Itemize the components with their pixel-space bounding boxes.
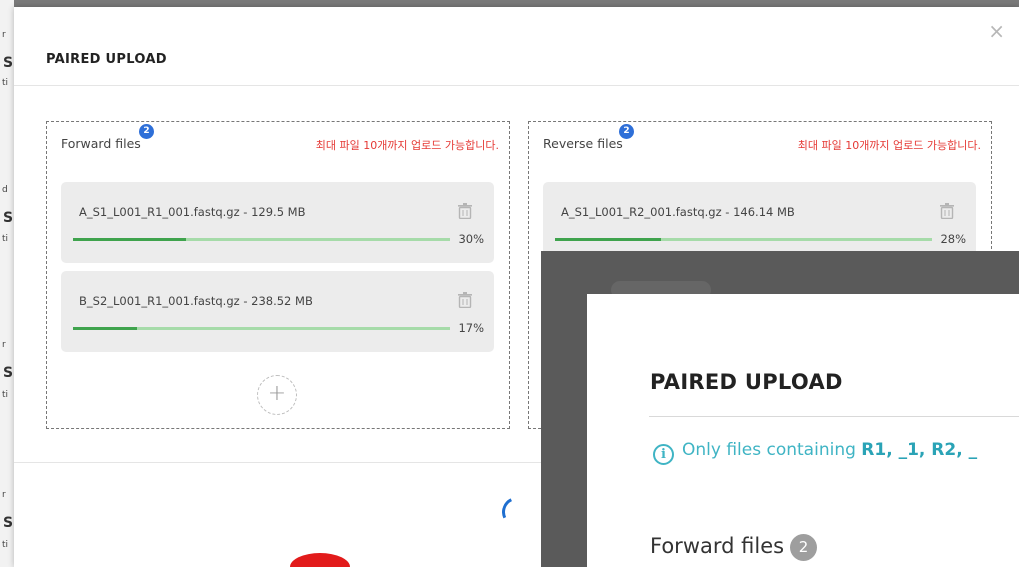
file-item: A_S1_L001_R1_001.fastq.gz - 129.5 MB 30%	[61, 182, 494, 263]
info-message-keywords: R1, _1, R2, _	[861, 440, 978, 460]
modal-title: PAIRED UPLOAD	[46, 52, 167, 67]
upload-progress-percent: 17%	[458, 321, 484, 335]
background-text: d	[2, 185, 8, 195]
forward-files-label: Forward files	[61, 136, 141, 151]
overlay-modal-title: PAIRED UPLOAD	[650, 370, 843, 394]
background-text: ti	[2, 234, 9, 244]
loading-spinner-icon	[497, 492, 537, 532]
background-text: r	[2, 340, 6, 350]
upload-progress-fill	[555, 238, 661, 241]
upload-progress-percent: 30%	[458, 232, 484, 246]
upload-progress-fill	[73, 327, 138, 330]
background-text: S	[3, 210, 14, 226]
file-name: A_S1_L001_R2_001.fastq.gz - 146.14 MB	[561, 205, 795, 219]
upload-progress-bar	[73, 238, 450, 241]
background-text: r	[2, 30, 6, 40]
background-text: ti	[2, 390, 9, 400]
info-icon: i	[653, 444, 674, 465]
file-limit-notice: 최대 파일 10개까지 업로드 가능합니다.	[315, 139, 499, 152]
trash-icon[interactable]	[458, 292, 472, 312]
file-limit-notice: 최대 파일 10개까지 업로드 가능합니다.	[797, 139, 981, 152]
background-page: r S ti d S ti r S ti r S ti	[0, 0, 14, 567]
background-text: S	[3, 515, 14, 531]
reverse-count-badge: 2	[619, 124, 634, 139]
overlay-info-message: i Only files containing R1, _1, R2, _	[653, 440, 977, 465]
file-name: B_S2_L001_R1_001.fastq.gz - 238.52 MB	[79, 294, 313, 308]
trash-icon[interactable]	[940, 203, 954, 223]
background-text: ti	[2, 540, 9, 550]
background-text: S	[3, 55, 14, 71]
trash-icon[interactable]	[458, 203, 472, 223]
file-name: A_S1_L001_R1_001.fastq.gz - 129.5 MB	[79, 205, 306, 219]
forward-files-dropzone[interactable]: Forward files 2 최대 파일 10개까지 업로드 가능합니다. A…	[46, 121, 510, 429]
background-text: ti	[2, 78, 9, 88]
close-icon[interactable]: ×	[988, 21, 1005, 41]
reverse-files-label: Reverse files	[543, 136, 623, 151]
overlay-forward-files-label: Forward files 2	[650, 534, 818, 561]
forward-count-badge: 2	[139, 124, 154, 139]
title-divider	[14, 85, 1019, 86]
overlay-forward-count-badge: 2	[790, 534, 818, 561]
file-item: B_S2_L001_R1_001.fastq.gz - 238.52 MB 17…	[61, 271, 494, 352]
info-message-text: Only files containing	[682, 440, 862, 460]
overlay-forward-label-text: Forward files	[650, 534, 785, 558]
upload-progress-bar	[73, 327, 450, 330]
background-text: S	[3, 365, 14, 381]
zoom-overlay-window: PAIRED UPLOAD i Only files containing R1,…	[587, 294, 1019, 567]
upload-progress-fill	[73, 238, 187, 241]
add-file-button[interactable]: +	[257, 375, 297, 415]
upload-progress-bar	[555, 238, 932, 241]
upload-progress-percent: 28%	[940, 232, 966, 246]
overlay-title-divider	[649, 416, 1019, 417]
background-text: r	[2, 490, 6, 500]
